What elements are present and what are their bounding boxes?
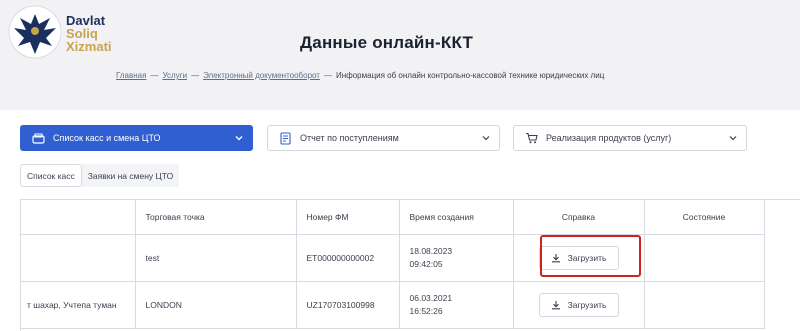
cell-created: 06.03.2021 16:52:26: [399, 281, 514, 329]
cell-created-time: 16:52:26: [409, 305, 443, 316]
table-row: т шахар, Учтепа туман LONDON UZ170703100…: [21, 281, 765, 329]
chevron-down-icon: [729, 136, 737, 141]
table-header-row: Торговая точка Номер ФМ Время создания С…: [21, 200, 765, 235]
cell-created: 18.08.2023 09:42:05: [399, 234, 514, 282]
column-header-state: Состояние: [644, 200, 765, 235]
cash-registers-dropdown[interactable]: Список касс и смена ЦТО: [20, 125, 253, 151]
cell-point: LONDON: [135, 281, 297, 329]
download-button-label: Загрузить: [567, 299, 607, 310]
product-sales-dropdown-label: Реализация продуктов (услуг): [546, 133, 672, 143]
breadcrumb-home[interactable]: Главная: [116, 71, 146, 80]
breadcrumb-separator: —: [150, 71, 159, 80]
tab-bar: Список касс Заявки на смену ЦТО: [20, 164, 180, 187]
page-header: Davlat Soliq Xizmati Данные онлайн-ККТ Г…: [0, 0, 800, 110]
breadcrumb-edo[interactable]: Электронный документооборот: [203, 71, 320, 80]
download-icon: [551, 300, 560, 309]
cell-created-time: 09:42:05: [409, 258, 443, 269]
logo-line-3: Xizmati: [66, 39, 112, 54]
cell-state: [644, 234, 765, 282]
cell-address: [21, 234, 136, 282]
cell-address: т шахар, Учтепа туман: [21, 281, 136, 329]
breadcrumb-current: Информация об онлайн контрольно-кассовой…: [335, 71, 605, 80]
download-button-label: Загрузить: [567, 252, 607, 263]
column-header-point: Торговая точка: [135, 200, 297, 235]
cash-registers-table: Торговая точка Номер ФМ Время создания С…: [20, 199, 800, 331]
cell-reference: Загрузить: [513, 281, 645, 329]
cash-registers-dropdown-label: Список касс и смена ЦТО: [53, 133, 161, 143]
product-sales-dropdown[interactable]: Реализация продуктов (услуг): [513, 125, 747, 151]
table-row: test ET000000000002 18.08.2023 09:42:05 …: [21, 234, 765, 282]
cell-fm-number: ET000000000002: [296, 234, 400, 282]
breadcrumb: Главная — Услуги — Электронный документообор…: [116, 71, 604, 80]
chevron-down-icon: [235, 136, 243, 141]
download-button[interactable]: Загрузить: [538, 292, 619, 317]
breadcrumb-separator: —: [191, 71, 200, 80]
cart-icon: [524, 131, 538, 145]
column-header-fm: Номер ФМ: [296, 200, 400, 235]
column-header-reference: Справка: [513, 200, 645, 235]
breadcrumb-services[interactable]: Услуги: [162, 71, 187, 80]
cash-register-icon: [31, 131, 45, 145]
tab-cash-list[interactable]: Список касс: [20, 164, 82, 187]
chevron-down-icon: [482, 136, 490, 141]
download-button[interactable]: Загрузить: [538, 245, 619, 270]
eagle-emblem-icon: [8, 5, 62, 59]
breadcrumb-separator: —: [323, 71, 332, 80]
cell-point: test: [135, 234, 297, 282]
download-icon: [551, 253, 560, 262]
document-report-icon: [278, 131, 292, 145]
cell-created-date: 06.03.2021: [409, 292, 453, 303]
logo[interactable]: Davlat Soliq Xizmati: [6, 4, 136, 62]
income-report-dropdown-label: Отчет по поступлениям: [300, 133, 399, 143]
cell-reference: Загрузить: [513, 234, 645, 282]
column-header-created: Время создания: [399, 200, 514, 235]
page-title: Данные онлайн-ККТ: [300, 33, 474, 52]
cell-state: [644, 281, 765, 329]
cell-created-date: 18.08.2023: [409, 245, 453, 256]
column-header-address: [21, 200, 136, 235]
income-report-dropdown[interactable]: Отчет по поступлениям: [267, 125, 500, 151]
logo-text: Davlat Soliq Xizmati: [66, 14, 112, 53]
cell-fm-number: UZ170703100998: [296, 281, 400, 329]
tab-cto-requests[interactable]: Заявки на смену ЦТО: [81, 164, 180, 187]
